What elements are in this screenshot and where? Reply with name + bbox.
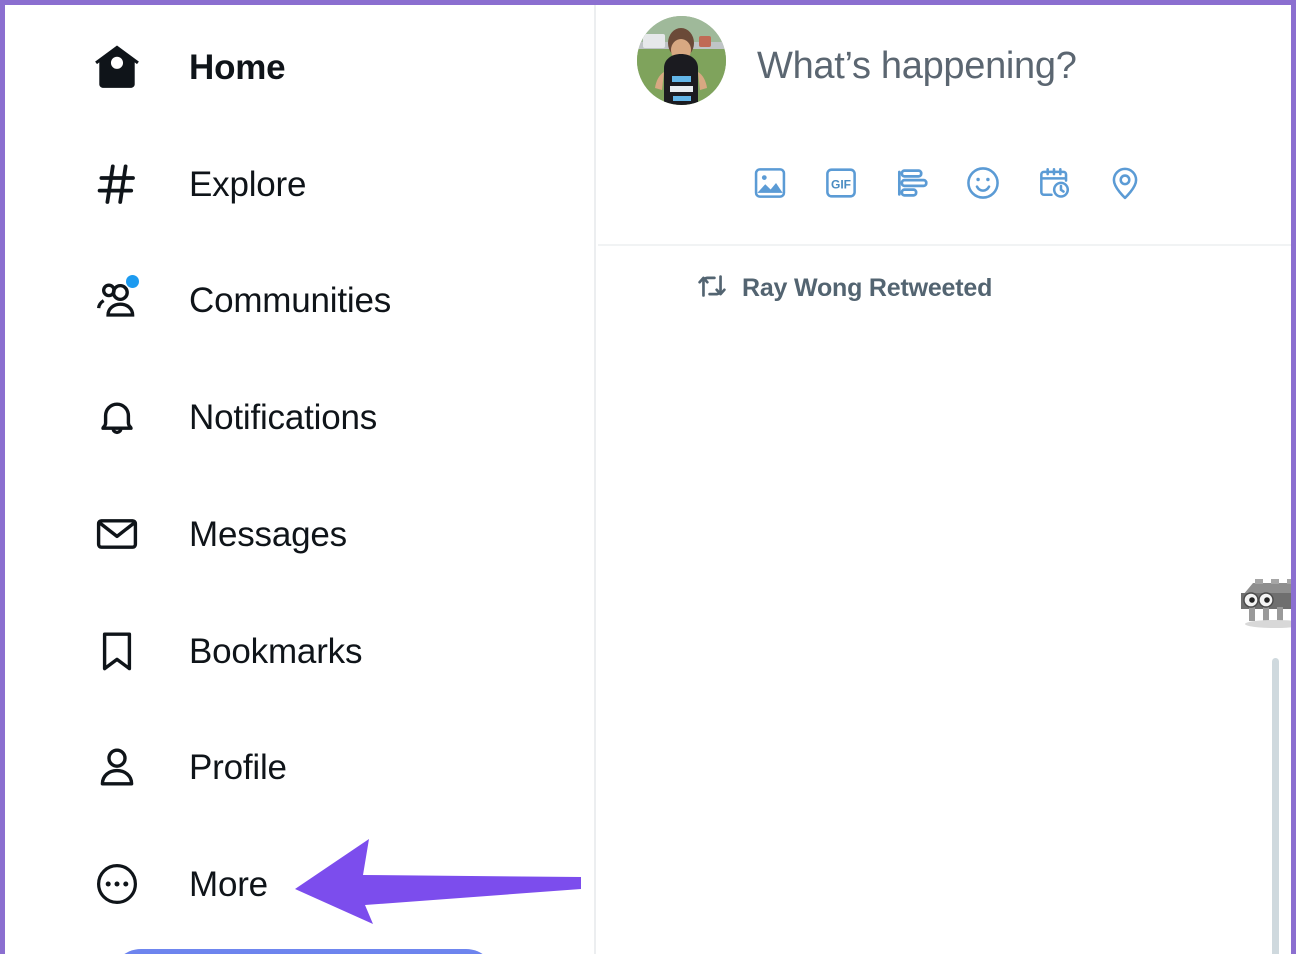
retweet-context-label: Ray Wong Retweeted [742,274,993,302]
communities-icon [89,272,145,328]
sidebar-item-label: More [189,864,268,904]
twitter-web-app: Home Explore Communities Notifications M… [0,0,1296,954]
retweet-context: Ray Wong Retweeted [696,270,992,307]
composer-action-bar: GIF [750,163,1145,203]
sidebar-item-label: Notifications [189,397,378,437]
tweet-composer: What’s happening? GIF [598,5,1291,246]
thread-connector-line [1272,658,1279,954]
sidebar-item-label: Communities [189,280,392,320]
timeline-tweet[interactable]: Ray Wong Retweeted [598,246,1291,954]
primary-navigation-sidebar: Home Explore Communities Notifications M… [5,5,596,954]
sidebar-item-label: Messages [189,514,347,554]
home-icon [89,39,145,95]
sidebar-item-bookmarks[interactable]: Bookmarks [89,620,362,682]
bell-icon [89,389,145,445]
sidebar-item-label: Explore [189,164,307,204]
bookmark-icon [89,623,145,679]
more-circle-icon [89,856,145,912]
sidebar-item-explore[interactable]: Explore [89,153,306,215]
image-icon[interactable] [750,163,790,203]
avatar[interactable] [637,16,726,105]
sidebar-item-more[interactable]: More [89,853,268,915]
schedule-icon[interactable] [1034,163,1074,203]
sidebar-item-profile[interactable]: Profile [89,736,287,798]
sidebar-item-notifications[interactable]: Notifications [89,386,377,448]
composer-placeholder-text[interactable]: What’s happening? [757,45,1077,88]
sidebar-item-label: Profile [189,747,287,787]
sidebar-item-home[interactable]: Home [89,36,286,98]
communities-unread-badge [126,275,139,288]
emoji-icon[interactable] [963,163,1003,203]
gif-icon[interactable]: GIF [821,163,861,203]
avatar[interactable] [1231,569,1291,629]
annotation-arrow-icon [295,839,581,924]
location-icon[interactable] [1105,163,1145,203]
poll-icon[interactable] [892,163,932,203]
sidebar-item-label: Home [189,47,286,87]
tweet-compose-button[interactable] [111,949,496,954]
timeline-column: What’s happening? GIF Ray Wong Retweeted [598,5,1291,954]
sidebar-item-label: Bookmarks [189,631,363,671]
svg-text:GIF: GIF [831,178,851,192]
envelope-icon [89,506,145,562]
sidebar-item-communities[interactable]: Communities [89,269,391,331]
sidebar-item-messages[interactable]: Messages [89,503,347,565]
person-icon [89,739,145,795]
retweet-icon [696,270,728,307]
hashtag-icon [89,156,145,212]
